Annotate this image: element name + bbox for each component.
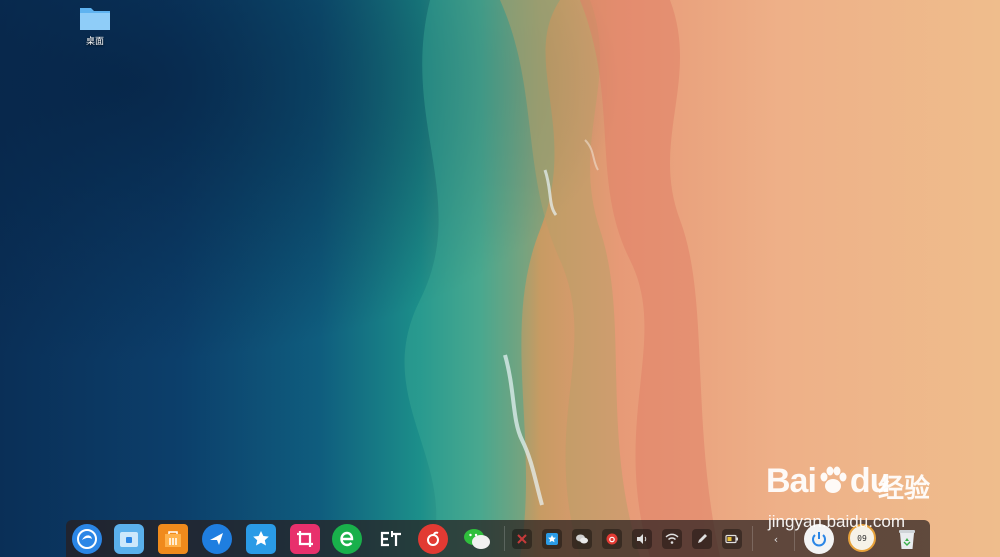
app-store-button[interactable] <box>158 524 188 554</box>
folder-icon <box>80 8 110 30</box>
bird-browser-icon <box>210 533 223 545</box>
dock-separator <box>504 526 505 551</box>
desktop-wallpaper <box>0 0 1000 557</box>
tray-item-red-app[interactable] <box>512 529 532 549</box>
screenshot-button[interactable] <box>290 524 320 554</box>
browser-button[interactable] <box>202 524 232 554</box>
app-store-icon <box>165 531 181 547</box>
weibo-icon <box>606 533 618 545</box>
et-app-button[interactable] <box>376 524 406 554</box>
dock-panel: ‹ 09 <box>66 520 930 557</box>
launcher-button[interactable] <box>72 524 102 554</box>
file-manager-button[interactable] <box>114 524 144 554</box>
dock-separator <box>794 526 795 551</box>
netease-music-icon <box>427 531 439 546</box>
e-app-button[interactable] <box>332 524 362 554</box>
desktop-folder-label: 桌面 <box>85 37 104 47</box>
wifi-icon <box>665 533 679 544</box>
tray-collapse-button[interactable]: ‹ <box>766 529 786 549</box>
trash-icon <box>899 530 915 549</box>
battery-icon <box>725 534 738 544</box>
blue-star-icon <box>546 533 558 545</box>
power-button[interactable] <box>804 524 834 554</box>
red-tray-icon <box>517 534 527 544</box>
tray-item-pen[interactable] <box>692 529 712 549</box>
trash-button[interactable] <box>892 524 922 554</box>
pen-icon <box>698 534 707 543</box>
tray-item-wechat[interactable] <box>572 529 592 549</box>
tray-item-volume[interactable] <box>632 529 652 549</box>
dock-separator <box>752 526 753 551</box>
tray-item-star[interactable] <box>542 529 562 549</box>
wechat-icon <box>464 529 490 549</box>
crop-tool-icon <box>297 531 313 547</box>
et-icon <box>380 531 401 547</box>
power-icon <box>812 532 826 547</box>
green-e-icon <box>340 531 354 547</box>
file-manager-icon <box>120 532 138 547</box>
deepin-launcher-icon <box>77 529 97 549</box>
tray-item-battery[interactable] <box>722 529 742 549</box>
music-button[interactable] <box>418 524 448 554</box>
favorites-button[interactable] <box>246 524 276 554</box>
tray-item-wifi[interactable] <box>662 529 682 549</box>
wechat-button[interactable] <box>462 524 492 554</box>
tray-item-weibo[interactable] <box>602 529 622 549</box>
desktop-folder[interactable]: 桌面 <box>72 4 118 47</box>
wechat-small-icon <box>576 534 588 544</box>
volume-icon <box>637 534 647 544</box>
clock-text: 09 <box>857 533 867 543</box>
clock-widget[interactable]: 09 <box>848 524 876 552</box>
star-chat-icon <box>253 531 269 546</box>
